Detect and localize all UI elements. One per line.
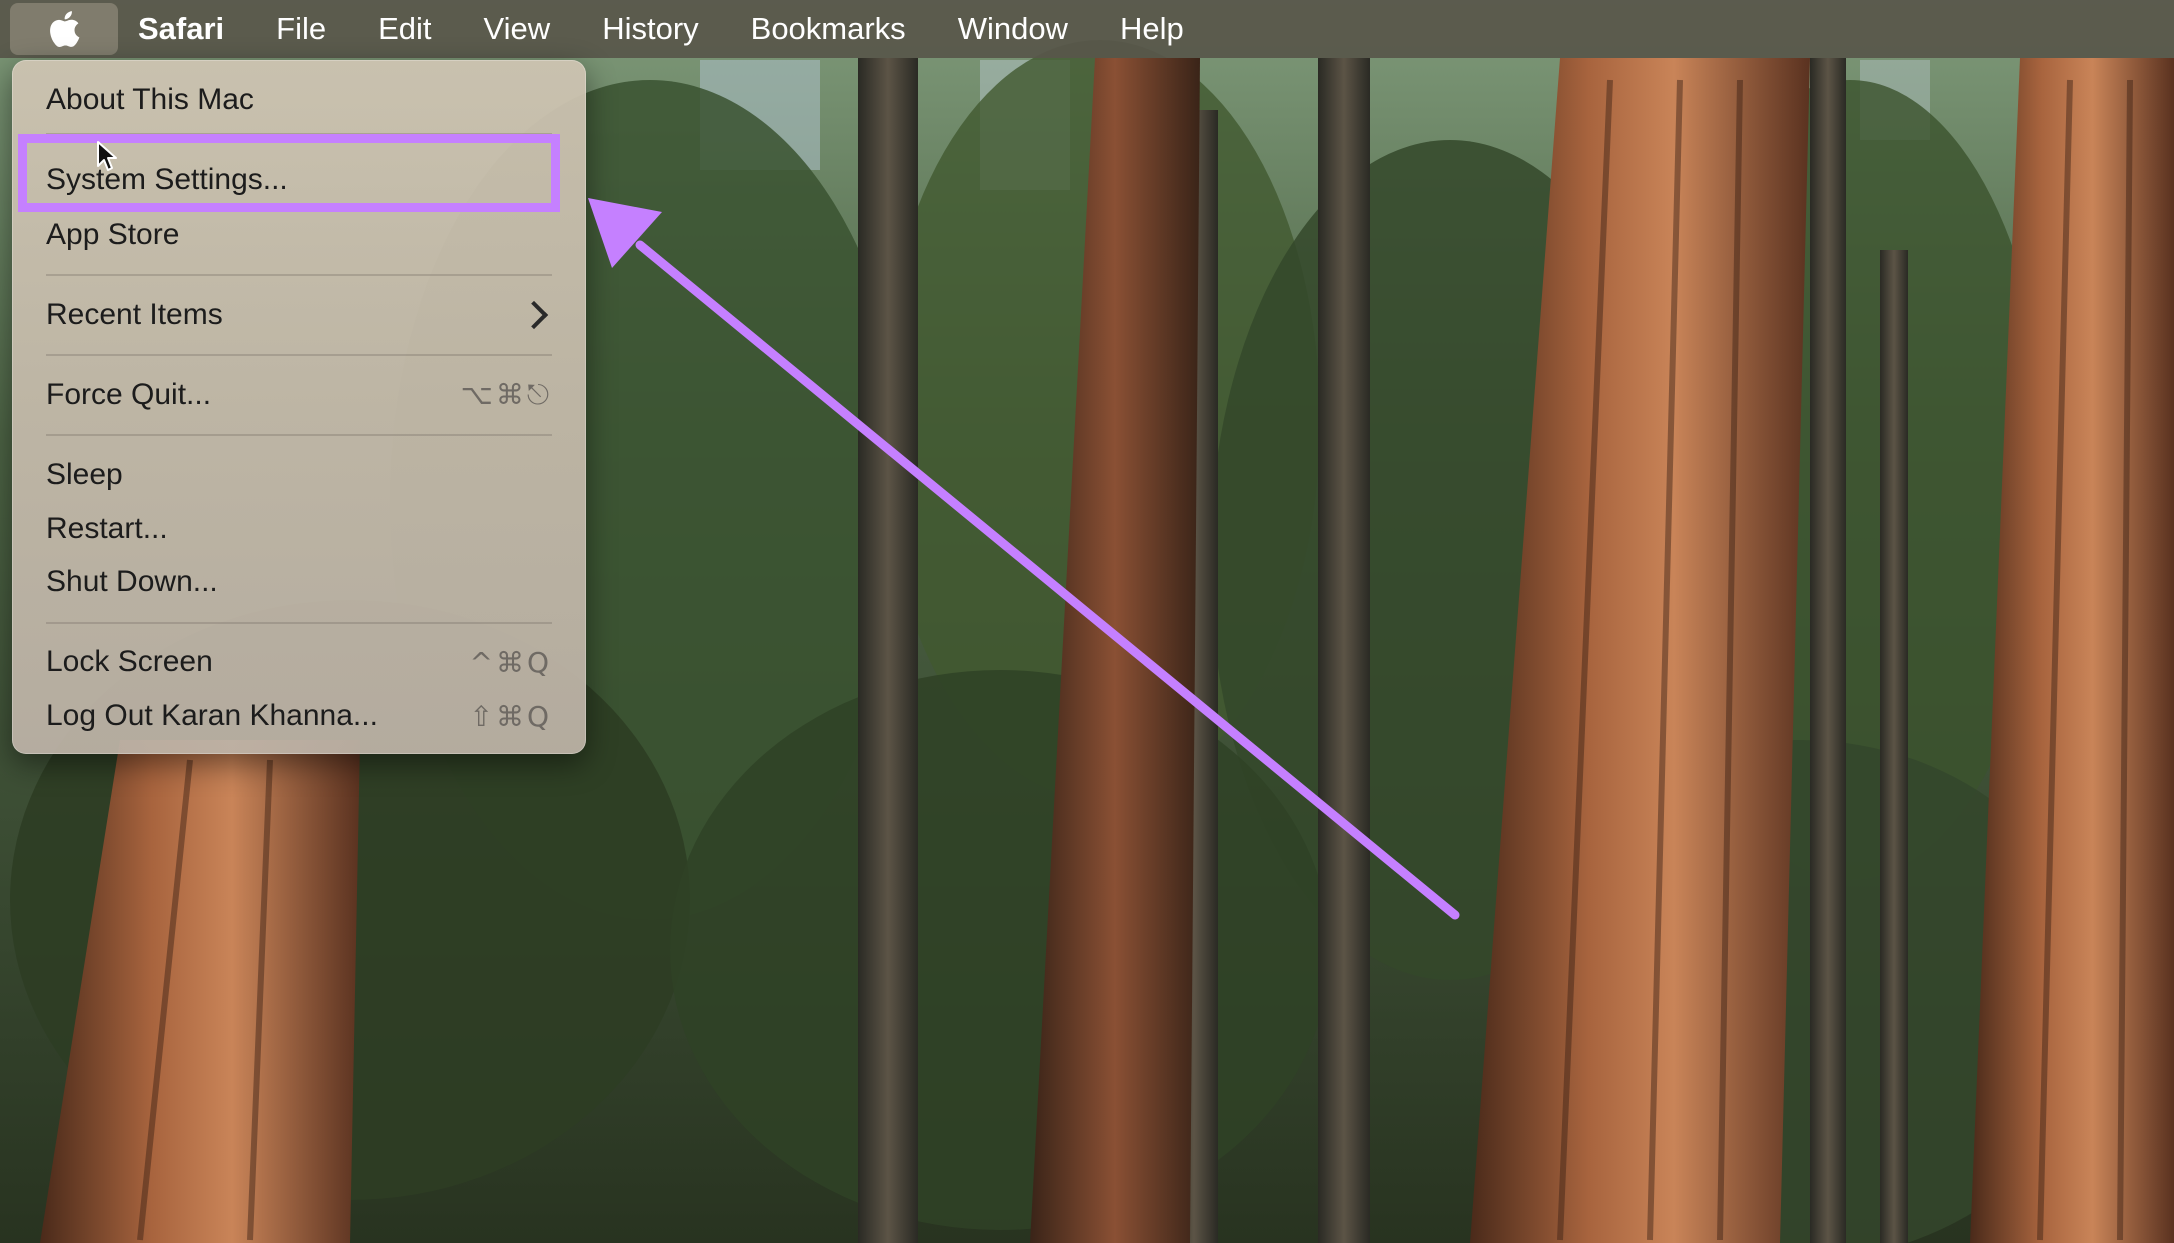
menu-item-force-quit[interactable]: Force Quit... ⌥⌘⎋ xyxy=(46,370,552,420)
apple-menu-button[interactable] xyxy=(10,3,118,55)
menu-item-label: Log Out Karan Khanna... xyxy=(46,699,378,732)
menu-item-log-out[interactable]: Log Out Karan Khanna... ⇧⌘Q xyxy=(46,691,552,741)
keyboard-shortcut: ⇧⌘Q xyxy=(469,699,552,733)
menu-item-sleep[interactable]: Sleep xyxy=(46,450,552,500)
menu-edit[interactable]: Edit xyxy=(378,0,431,58)
menu-separator xyxy=(46,434,552,436)
menu-item-label: Force Quit... xyxy=(46,378,212,411)
desktop-screen: Safari File Edit View History Bookmarks … xyxy=(0,0,2174,1243)
menu-item-label: Recent Items xyxy=(46,298,223,331)
apple-logo-icon xyxy=(50,11,80,48)
menu-item-app-store[interactable]: App Store xyxy=(46,210,552,260)
mouse-cursor-icon xyxy=(97,141,117,171)
menu-item-label: Shut Down... xyxy=(46,565,218,598)
menu-bar: Safari File Edit View History Bookmarks … xyxy=(0,0,2174,58)
menu-item-label: Restart... xyxy=(46,512,168,545)
menu-item-label: App Store xyxy=(46,218,180,251)
menu-separator xyxy=(46,274,552,276)
keyboard-shortcut: ^⌘Q xyxy=(469,645,552,679)
menu-window[interactable]: Window xyxy=(958,0,1068,58)
menu-separator xyxy=(46,354,552,356)
menu-item-label: Lock Screen xyxy=(46,645,213,678)
menu-item-about-this-mac[interactable]: About This Mac xyxy=(46,75,552,125)
menu-safari[interactable]: Safari xyxy=(138,0,224,58)
menu-item-shut-down[interactable]: Shut Down... xyxy=(46,557,552,607)
menu-item-label: About This Mac xyxy=(46,83,254,116)
menu-history[interactable]: History xyxy=(602,0,698,58)
menu-bookmarks[interactable]: Bookmarks xyxy=(751,0,906,58)
menu-help[interactable]: Help xyxy=(1120,0,1184,58)
menu-separator xyxy=(46,622,552,624)
keyboard-shortcut: ⌥⌘⎋ xyxy=(460,378,552,411)
menu-file[interactable]: File xyxy=(276,0,326,58)
menu-item-lock-screen[interactable]: Lock Screen ^⌘Q xyxy=(46,637,552,687)
menu-item-recent-items[interactable]: Recent Items xyxy=(46,290,552,340)
menu-view[interactable]: View xyxy=(484,0,551,58)
chevron-right-icon xyxy=(519,300,549,330)
menu-item-label: Sleep xyxy=(46,458,123,491)
menu-item-restart[interactable]: Restart... xyxy=(46,504,552,554)
